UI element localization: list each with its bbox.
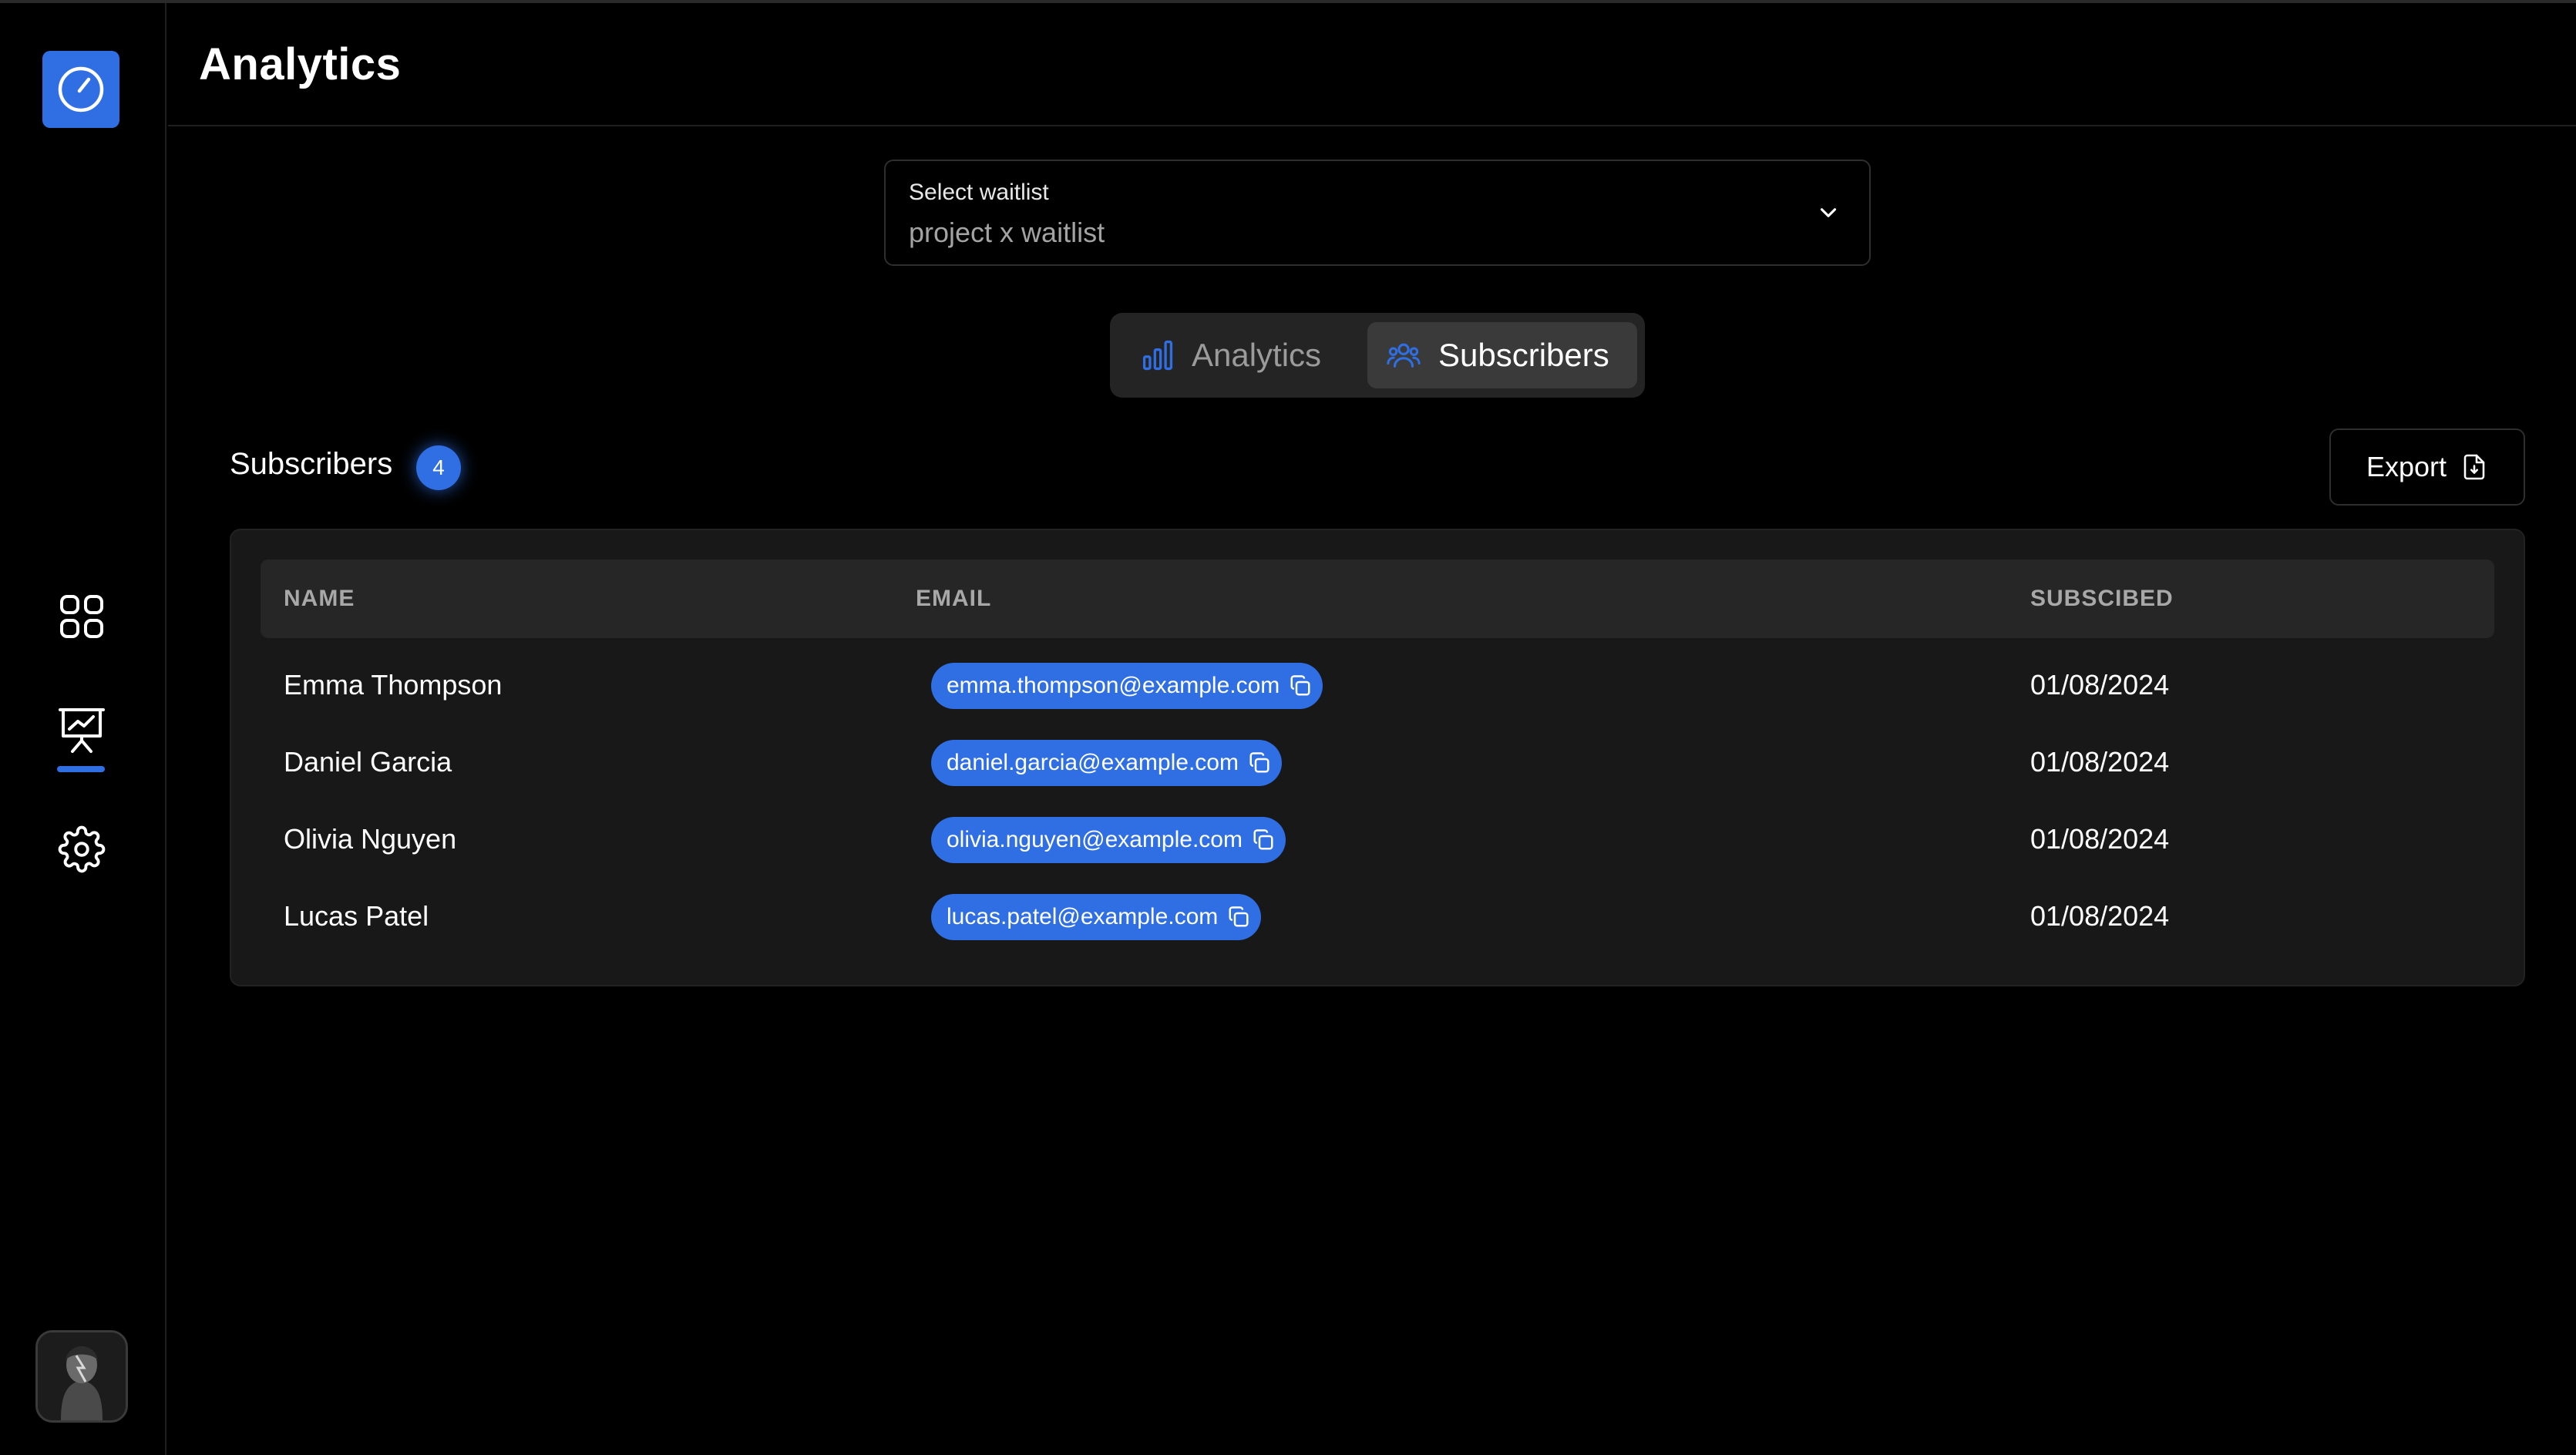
column-header-subscribed[interactable]: SUBSCIBED <box>2030 586 2174 612</box>
subscribed-date: 01/08/2024 <box>2030 669 2170 701</box>
waitlist-select-value: project x waitlist <box>909 217 1105 248</box>
tab-analytics[interactable]: Analytics <box>1122 322 1367 388</box>
presentation-chart-icon <box>59 708 105 753</box>
sidebar-item-apps[interactable] <box>52 587 111 646</box>
table-row: Lucas Patel lucas.patel@example.com 01/0… <box>261 879 2494 956</box>
subscriber-email: olivia.nguyen@example.com <box>947 827 1243 852</box>
grid-icon <box>60 595 103 638</box>
app-logo[interactable] <box>42 51 119 128</box>
subscriber-name: Olivia Nguyen <box>284 823 457 855</box>
page-header: Analytics <box>168 3 2576 126</box>
file-download-icon <box>2463 454 2485 480</box>
table-row: Olivia Nguyen olivia.nguyen@example.com … <box>261 801 2494 879</box>
subscriber-name: Daniel Garcia <box>284 746 452 778</box>
column-header-name[interactable]: NAME <box>284 586 355 612</box>
subscriber-name: Lucas Patel <box>284 900 429 932</box>
user-avatar[interactable] <box>35 1330 128 1423</box>
tab-analytics-label: Analytics <box>1192 337 1322 373</box>
copy-icon[interactable] <box>1289 674 1312 697</box>
subscriber-name: Emma Thompson <box>284 669 503 701</box>
view-tabs: Analytics Subscribers <box>1110 313 1645 398</box>
subscribed-date: 01/08/2024 <box>2030 746 2170 778</box>
email-pill[interactable]: olivia.nguyen@example.com <box>931 817 1286 863</box>
page-title: Analytics <box>199 39 402 89</box>
chevron-down-icon <box>1820 208 1837 217</box>
subscriber-email: lucas.patel@example.com <box>947 904 1219 929</box>
subscribed-date: 01/08/2024 <box>2030 900 2170 932</box>
subscriber-email: daniel.garcia@example.com <box>947 750 1239 775</box>
subscribers-table: NAME EMAIL SUBSCIBED Emma Thompson emma.… <box>230 529 2525 986</box>
copy-icon[interactable] <box>1252 828 1275 852</box>
waitlist-select-label: Select waitlist <box>909 180 1049 205</box>
gauge-logo-icon <box>58 66 104 113</box>
avatar-image <box>38 1332 126 1420</box>
subscribers-heading: Subscribers <box>230 447 393 481</box>
sidebar-item-analytics[interactable] <box>52 701 111 760</box>
export-button[interactable]: Export <box>2329 428 2525 506</box>
subscribed-date: 01/08/2024 <box>2030 823 2170 855</box>
tab-subscribers-label: Subscribers <box>1438 337 1609 373</box>
active-nav-indicator <box>57 766 105 772</box>
waitlist-select[interactable]: Select waitlist project x waitlist <box>884 160 1871 266</box>
email-pill[interactable]: daniel.garcia@example.com <box>931 740 1282 786</box>
subscriber-email: emma.thompson@example.com <box>947 673 1280 698</box>
table-row: Emma Thompson emma.thompson@example.com … <box>261 647 2494 724</box>
export-button-label: Export <box>2366 451 2447 482</box>
gear-icon <box>58 825 106 873</box>
users-icon <box>1387 343 1421 368</box>
table-row: Daniel Garcia daniel.garcia@example.com … <box>261 724 2494 801</box>
sidebar-item-settings[interactable] <box>52 820 111 879</box>
copy-icon[interactable] <box>1248 751 1271 775</box>
copy-icon[interactable] <box>1227 906 1250 929</box>
email-pill[interactable]: emma.thompson@example.com <box>931 663 1323 709</box>
email-pill[interactable]: lucas.patel@example.com <box>931 894 1262 940</box>
column-header-email[interactable]: EMAIL <box>916 586 991 612</box>
subscriber-count-badge: 4 <box>416 445 461 490</box>
tab-subscribers[interactable]: Subscribers <box>1367 322 1637 388</box>
table-header: NAME EMAIL SUBSCIBED <box>261 559 2494 638</box>
sidebar <box>0 3 166 1455</box>
bar-chart-icon <box>1142 340 1173 371</box>
